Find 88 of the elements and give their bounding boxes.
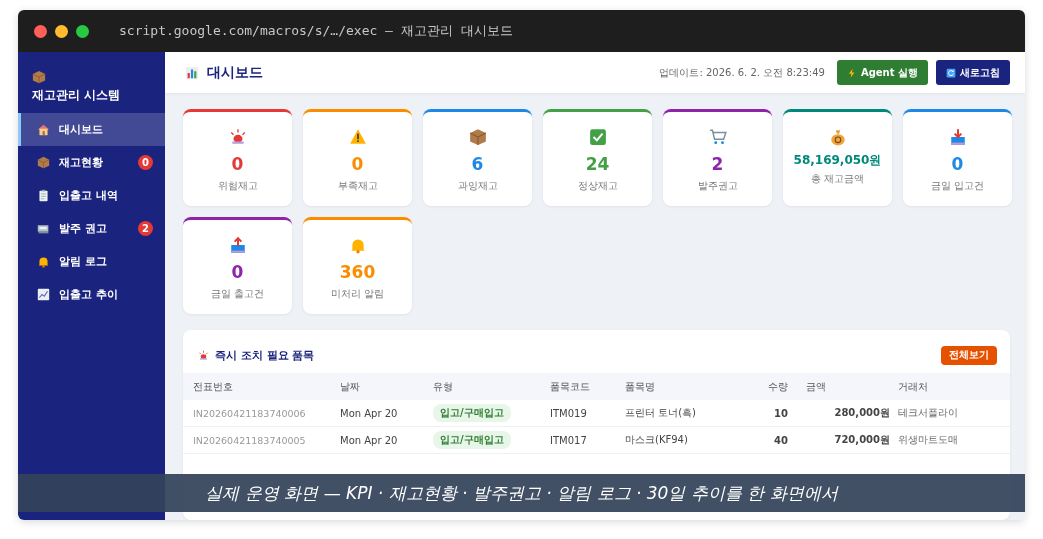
table-cell: Mon Apr 20: [340, 407, 398, 419]
box-icon: [468, 128, 487, 146]
refresh-button[interactable]: 새로고침: [936, 60, 1010, 85]
table-cell: 위생마트도매: [898, 433, 958, 447]
sidebar-item[interactable]: 대시보드: [18, 113, 165, 146]
close-dot[interactable]: [34, 24, 47, 38]
kpi-label: 위험재고: [217, 179, 258, 193]
house-icon: [37, 123, 50, 136]
sidebar-item[interactable]: 입출고 내역: [18, 179, 165, 212]
column-header: 전표번호: [193, 379, 233, 394]
kpi-value: 0: [951, 154, 964, 174]
sidebar-label: 재고현황: [59, 155, 104, 170]
kpi-label: 정상재고: [577, 179, 618, 193]
warning-icon: [348, 128, 367, 146]
bell-icon: [348, 236, 367, 254]
sidebar-label: 알림 로그: [59, 254, 108, 269]
table-cell: 프린터 토너(흑): [625, 406, 696, 420]
table-cell-text: 280,000원: [834, 406, 891, 420]
column-header: 수량: [768, 379, 788, 394]
kpi-label: 부족재고: [337, 179, 378, 193]
type-tag: 입고/구매입고: [433, 431, 511, 449]
lightning-icon: [846, 67, 857, 78]
count-badge: 0: [138, 155, 153, 170]
table-cell-text: 720,000원: [834, 433, 891, 447]
sidebar-item[interactable]: 입출고 추이: [18, 278, 165, 311]
table-cell: Mon Apr 20: [340, 434, 398, 446]
table-cell: IN20260421183740006: [193, 407, 306, 419]
page-title: 대시보드: [207, 63, 264, 82]
kpi-label: 금일 입고건: [930, 179, 985, 193]
sidebar-label: 대시보드: [59, 122, 104, 137]
money-bag-icon: [828, 128, 847, 146]
panel-title: 즉시 조치 필요 품목: [215, 347, 316, 363]
table-cell: 40: [774, 434, 788, 446]
agent-button[interactable]: Agent 실행: [836, 60, 928, 85]
table-cell: IN20260421183740005: [193, 434, 306, 446]
kpi-label: 총 재고금액: [810, 172, 865, 186]
bar-chart-icon: [185, 65, 199, 80]
cart-icon: [708, 128, 727, 146]
sidebar-item[interactable]: 발주 권고 2: [18, 212, 165, 245]
column-header: 거래처: [898, 379, 928, 394]
kpi-value: 58,169,050원: [793, 152, 882, 169]
kpi-label: 금일 출고건: [210, 287, 265, 301]
outbox-upload-icon: [228, 236, 247, 254]
column-header: 금액: [805, 379, 826, 394]
kpi-value: 2: [711, 154, 724, 174]
column-header: 날짜: [340, 379, 360, 394]
siren-icon: [198, 349, 209, 361]
column-header: 품목명: [625, 379, 655, 394]
cash-register-icon: [37, 222, 50, 235]
caption-text: 실제 운영 화면 — KPI · 재고현황 · 발주권고 · 알림 로그 · 30일 추이를 한 화면에서: [205, 481, 838, 505]
kpi-label: 미처리 알림: [330, 287, 385, 301]
column-header: 품목코드: [550, 379, 590, 394]
table-cell: 테크서플라이: [898, 406, 958, 420]
kpi-label: 발주권고: [697, 179, 738, 193]
kpi-value: 24: [585, 154, 610, 174]
bell-icon: [37, 255, 50, 268]
sidebar-label: 입출고 내역: [59, 188, 119, 203]
inbox-download-icon: [948, 128, 967, 146]
table-cell: 마스크(KF94): [625, 433, 688, 447]
view-all-button[interactable]: 전체보기: [941, 345, 997, 365]
clipboard-icon: [37, 189, 50, 202]
refresh-icon: [946, 67, 956, 78]
table-cell: 10: [774, 407, 788, 419]
minimize-dot[interactable]: [55, 24, 68, 38]
table-cell: ITM017: [550, 434, 587, 446]
box-icon: [32, 70, 46, 84]
kpi-value: 360: [339, 262, 376, 282]
update-time: 업데이트: 2026. 6. 2. 오전 8:23:49: [659, 65, 825, 80]
line-chart-icon: [37, 288, 50, 301]
sidebar-label: 입출고 추이: [59, 287, 119, 302]
column-header: 유형: [433, 379, 453, 394]
kpi-value: 0: [351, 154, 364, 174]
window-address: script.google.com/macros/s/…/exec — 재고관리 대시보드: [119, 22, 513, 40]
maximize-dot[interactable]: [76, 24, 89, 38]
app-title: 재고관리 시스템: [32, 88, 121, 103]
checkmark-icon: [588, 128, 607, 146]
sidebar-item[interactable]: 재고현황 0: [18, 146, 165, 179]
box-icon: [37, 156, 50, 169]
kpi-label: 과잉재고: [457, 179, 498, 193]
table-cell: ITM019: [550, 407, 587, 419]
count-badge: 2: [138, 221, 153, 236]
type-tag: 입고/구매입고: [433, 404, 511, 422]
sidebar-item[interactable]: 알림 로그: [18, 245, 165, 278]
kpi-value: 0: [231, 154, 244, 174]
siren-icon: [228, 128, 247, 146]
kpi-value: 0: [231, 262, 244, 282]
sidebar-label: 발주 권고: [59, 221, 108, 236]
kpi-value: 6: [471, 154, 484, 174]
